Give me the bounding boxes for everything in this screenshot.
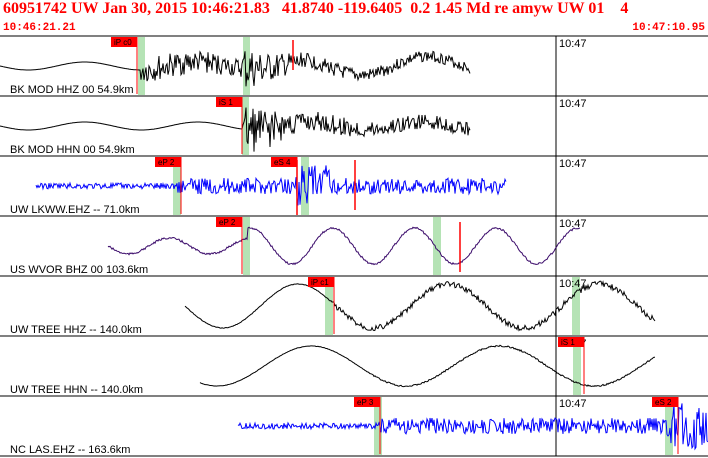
pick-label: iP c0	[114, 38, 132, 47]
trace-panel[interactable]: 10:47iP c1UW TREE HHZ -- 140.0km	[0, 275, 708, 336]
time-tick-label: 10:47	[559, 158, 587, 170]
pick-label: eP 2	[219, 218, 236, 227]
pick-label: eP 3	[357, 398, 374, 407]
station-label: BK MOD HHZ 00 54.9km	[10, 84, 133, 96]
time-tick-label: 10:47	[559, 38, 587, 50]
station-label: BK MOD HHN 00 54.9km	[10, 144, 135, 156]
pick-window	[243, 217, 250, 275]
trace-panel[interactable]: 10:47 eP 2 eS 4 UW LKWW.EHZ -- 71.0km	[0, 155, 708, 216]
pick-label: eS 2	[655, 398, 672, 407]
time-tick-label: 10:47	[559, 398, 587, 410]
pick-label: eS 4	[274, 158, 291, 167]
pick-label: eP 2	[158, 158, 175, 167]
trace-panel[interactable]: 10:47eP 2US WVOR BHZ 00 103.6km	[0, 215, 708, 276]
station-label: NC LAS.EHZ -- 163.6km	[10, 444, 130, 456]
station-label: UW TREE HHZ -- 140.0km	[10, 324, 142, 336]
pick-label: iS 1	[219, 98, 233, 107]
trace-panel[interactable]: 10:47 eP 3 eS 2 NC LAS.EHZ -- 163.6km	[0, 395, 708, 456]
trace-panel[interactable]: 10:47 iS 1 BK MOD HHN 00 54.9km	[0, 95, 708, 156]
waveform	[0, 50, 471, 87]
pick-label: iS 1	[561, 338, 575, 347]
station-label: US WVOR BHZ 00 103.6km	[10, 264, 148, 276]
waveform	[199, 344, 655, 388]
station-label: UW LKWW.EHZ -- 71.0km	[10, 204, 140, 216]
pick-window	[433, 217, 441, 275]
time-tick-label: 10:47	[559, 98, 587, 110]
seismogram-panel[interactable]: 10:47 iP c0 BK MOD HHZ 00 54.9km 10:47 iS 1 B…	[0, 0, 708, 458]
station-label: UW TREE HHN -- 140.0km	[10, 384, 143, 396]
waveform	[107, 226, 581, 266]
trace-panel[interactable]: 10:47 iP c0 BK MOD HHZ 00 54.9km	[0, 35, 708, 96]
pick-window	[138, 37, 145, 95]
waveform	[35, 165, 507, 206]
waveform	[184, 280, 656, 332]
trace-panel[interactable]: 10:47iS 1UW TREE HHN -- 140.0km	[0, 335, 708, 396]
pick-label: iP c1	[311, 278, 329, 287]
waveform	[237, 403, 708, 451]
